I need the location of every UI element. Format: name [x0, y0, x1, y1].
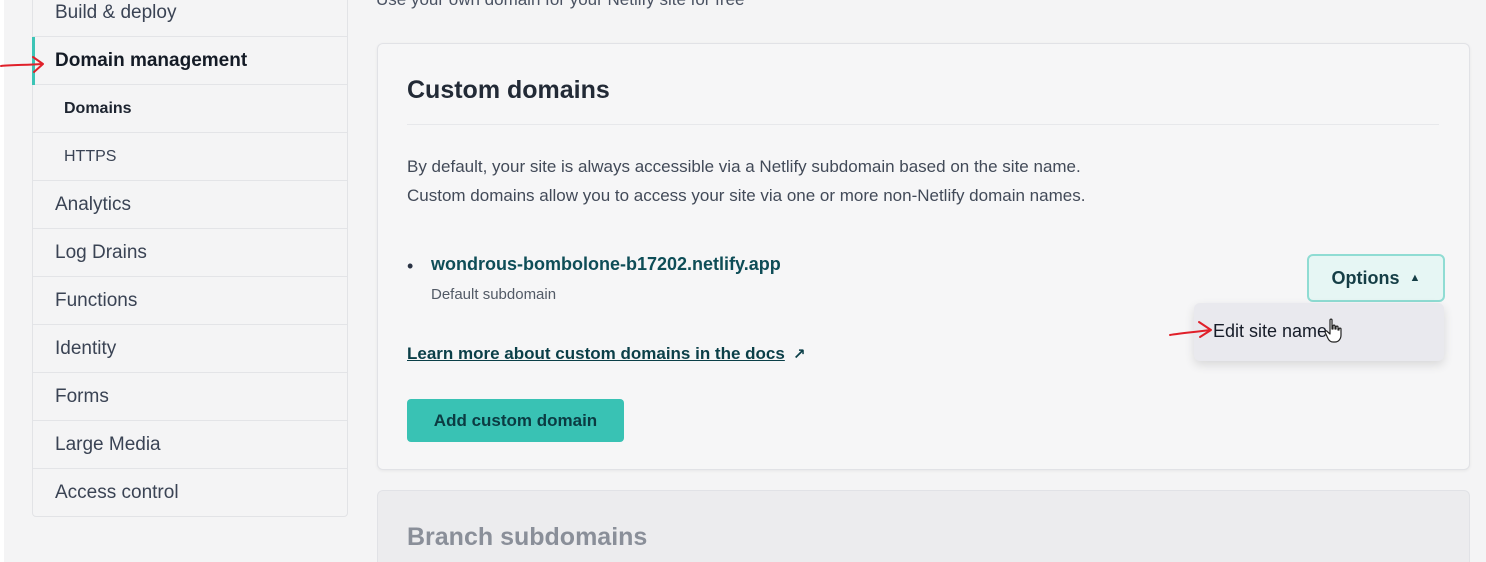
options-button[interactable]: Options ▲: [1307, 254, 1445, 302]
sidebar-item-label: Domains: [64, 99, 132, 117]
docs-link-label: Learn more about custom domains in the d…: [407, 344, 785, 363]
description-line: Custom domains allow you to access your …: [407, 186, 1086, 205]
sidebar-item-analytics[interactable]: Analytics: [33, 181, 347, 229]
section-subheading: Use your own domain for your Netlify sit…: [376, 0, 744, 10]
sidebar-item-access-control[interactable]: Access control: [33, 469, 347, 517]
card-title: Branch subdomains: [407, 523, 648, 551]
sidebar-item-label: Large Media: [55, 433, 161, 455]
sidebar-item-label: HTTPS: [64, 147, 117, 165]
sidebar-item-label: Analytics: [55, 193, 132, 215]
card-description: By default, your site is always accessib…: [407, 152, 1085, 210]
edit-site-name-menu-item[interactable]: Edit site name: [1213, 321, 1327, 342]
bullet-icon: •: [407, 256, 414, 276]
sidebar-item-https[interactable]: HTTPS: [33, 133, 347, 181]
options-label: Options: [1331, 267, 1400, 288]
card-title: Custom domains: [407, 76, 610, 104]
settings-sidebar: Build & deploy Domain management Domains…: [32, 0, 348, 517]
sidebar-item-label: Forms: [55, 385, 109, 407]
sidebar-item-label: Identity: [55, 337, 117, 359]
sidebar-item-label: Domain management: [55, 49, 248, 71]
options-dropdown-menu: Edit site name: [1194, 303, 1444, 361]
sidebar-item-domains[interactable]: Domains: [33, 85, 347, 133]
sidebar-item-label: Log Drains: [55, 241, 147, 263]
sidebar-item-functions[interactable]: Functions: [33, 277, 347, 325]
sidebar-item-label: Access control: [55, 482, 179, 503]
sidebar-item-label: Build & deploy: [55, 1, 177, 23]
divider: [407, 124, 1439, 125]
sidebar-item-build-deploy[interactable]: Build & deploy: [33, 0, 347, 37]
hand-pointer-icon: [1324, 318, 1342, 343]
branch-subdomains-card: Branch subdomains: [377, 490, 1470, 562]
sidebar-item-domain-management[interactable]: Domain management: [32, 37, 347, 85]
domain-name: wondrous-bombolone-b17202.netlify.app: [431, 254, 781, 274]
app-frame: Build & deploy Domain management Domains…: [4, 0, 1486, 562]
sidebar-item-identity[interactable]: Identity: [33, 325, 347, 373]
sidebar-item-log-drains[interactable]: Log Drains: [33, 229, 347, 277]
custom-domains-card: Custom domains By default, your site is …: [377, 43, 1470, 470]
description-line: By default, your site is always accessib…: [407, 157, 1081, 176]
domain-type-label: Default subdomain: [431, 286, 557, 303]
external-link-icon: ↗: [792, 346, 806, 363]
chevron-up-icon: ▲: [1409, 272, 1421, 284]
sidebar-item-forms[interactable]: Forms: [33, 373, 347, 421]
docs-link[interactable]: Learn more about custom domains in the d…: [407, 344, 805, 364]
sidebar-item-large-media[interactable]: Large Media: [33, 421, 347, 469]
add-custom-domain-button[interactable]: Add custom domain: [407, 399, 624, 442]
sidebar-item-label: Functions: [55, 289, 138, 311]
